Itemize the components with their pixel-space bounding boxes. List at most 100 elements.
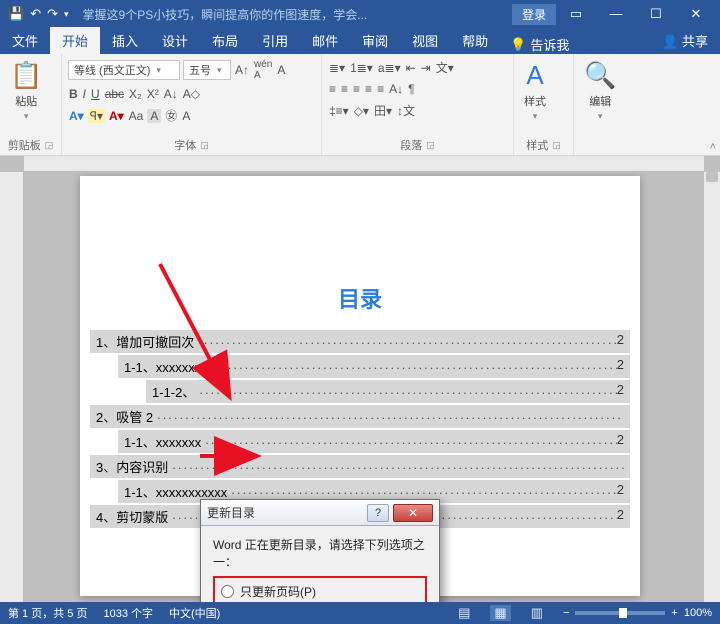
maximize-icon[interactable]: ☐ — [636, 6, 676, 22]
minimize-icon[interactable]: — — [596, 6, 636, 22]
dialog-launcher-icon[interactable]: ◲ — [200, 140, 209, 151]
redo-icon[interactable]: ↷ — [47, 6, 58, 22]
tab-home[interactable]: 开始 — [50, 27, 100, 54]
justify-icon[interactable]: ≡ — [364, 82, 373, 96]
clear-format-icon[interactable]: A◇ — [182, 87, 201, 101]
font-family-combo[interactable]: 等线 (西文正文)▾ — [68, 60, 180, 80]
dialog-launcher-icon[interactable]: ◲ — [426, 140, 435, 151]
phonetic-icon[interactable]: wénA — [253, 59, 273, 81]
page-indicator[interactable]: 第 1 页，共 5 页 — [8, 605, 87, 621]
word-count[interactable]: 1033 个字 — [103, 605, 153, 621]
toc-entry[interactable]: 1-1-2、..................................… — [146, 380, 630, 403]
show-marks-icon[interactable]: ¶ — [407, 82, 415, 96]
tab-layout[interactable]: 布局 — [200, 27, 250, 54]
undo-icon[interactable]: ↶ — [30, 6, 41, 22]
tab-mailings[interactable]: 邮件 — [300, 27, 350, 54]
italic-button[interactable]: I — [82, 87, 87, 101]
group-styles: A 样式 ▾ 样式◲ — [514, 54, 574, 155]
window-controls: ▭ — ☐ ✕ — [556, 6, 716, 22]
char-scaling-icon[interactable]: A — [181, 109, 191, 123]
vertical-scrollbar[interactable] — [704, 172, 720, 602]
subscript-button[interactable]: X₂ — [128, 87, 143, 101]
update-toc-dialog: 更新目录 ? ✕ Word 正在更新目录，请选择下列选项之一： 只更新页码(P)… — [200, 499, 440, 602]
decrease-indent-icon[interactable]: ⇤ — [405, 61, 417, 75]
align-center-icon[interactable]: ≡ — [340, 82, 349, 96]
shrink-font-icon[interactable]: A↓ — [163, 87, 179, 101]
dialog-launcher-icon[interactable]: ◲ — [45, 140, 54, 151]
zoom-control[interactable]: − + 100% — [563, 607, 712, 619]
text-effects-icon[interactable]: A▾ — [68, 109, 85, 123]
align-left-icon[interactable]: ≡ — [328, 82, 337, 96]
vertical-ruler[interactable] — [0, 172, 24, 602]
bulb-icon: 💡 — [510, 37, 526, 53]
shading-icon[interactable]: ◇▾ — [353, 104, 370, 118]
distribute-icon[interactable]: ≡ — [376, 82, 385, 96]
quick-access-toolbar: 💾 ↶ ↷ ▾ — [4, 6, 69, 22]
tell-me[interactable]: 💡 告诉我 — [500, 35, 579, 54]
tab-references[interactable]: 引用 — [250, 27, 300, 54]
numbering-icon[interactable]: 1≣▾ — [349, 61, 374, 75]
web-layout-icon[interactable]: ▥ — [527, 605, 547, 621]
toc-entry[interactable]: 1-1、xxxxxxx.............................… — [118, 430, 630, 453]
zoom-level[interactable]: 100% — [684, 607, 712, 619]
char-border-icon[interactable]: A — [276, 63, 286, 77]
multilevel-icon[interactable]: a≣▾ — [377, 61, 402, 75]
close-icon[interactable]: ✕ — [393, 504, 433, 522]
ribbon-tabs: 文件 开始 插入 设计 布局 引用 邮件 审阅 视图 帮助 💡 告诉我 👤 共享 — [0, 28, 720, 54]
change-case-button[interactable]: Aa — [128, 109, 145, 123]
ribbon: 📋 粘贴 ▾ 剪贴板◲ 等线 (西文正文)▾ 五号▾ A↑ wénA A B I… — [0, 54, 720, 156]
editing-button[interactable]: 🔍 编辑 ▾ — [580, 58, 620, 124]
toc-entry[interactable]: 1-1、xxxxxxx.............................… — [118, 355, 630, 378]
dialog-titlebar[interactable]: 更新目录 ? ✕ — [201, 500, 439, 526]
print-layout-icon[interactable]: ▦ — [490, 605, 510, 621]
strike-button[interactable]: abc — [104, 87, 125, 101]
help-icon[interactable]: ? — [367, 504, 389, 522]
login-button[interactable]: 登录 — [512, 4, 556, 25]
superscript-button[interactable]: X² — [146, 87, 160, 101]
highlight-icon[interactable]: ꟼ▾ — [88, 109, 105, 123]
toc-entry[interactable]: 2、吸管 2..................................… — [90, 405, 630, 428]
borders-icon[interactable]: 田▾ — [373, 102, 393, 119]
tab-review[interactable]: 审阅 — [350, 27, 400, 54]
ribbon-options-icon[interactable]: ▭ — [556, 6, 596, 22]
text-direction-icon[interactable]: ↕文 — [396, 102, 416, 119]
tab-insert[interactable]: 插入 — [100, 27, 150, 54]
tab-view[interactable]: 视图 — [400, 27, 450, 54]
paste-button[interactable]: 📋 粘贴 ▾ — [6, 58, 46, 124]
zoom-out-icon[interactable]: − — [563, 607, 569, 619]
language-indicator[interactable]: 中文(中国) — [169, 605, 220, 621]
asian-layout-icon[interactable]: 文▾ — [435, 59, 455, 76]
font-size-combo[interactable]: 五号▾ — [183, 60, 231, 80]
align-right-icon[interactable]: ≡ — [352, 82, 361, 96]
underline-button[interactable]: U — [90, 87, 101, 101]
toc-entry[interactable]: 1、增加可撤回次................................… — [90, 330, 630, 353]
document-area: ⋮⋮ 📄▾ 📄 更新目录... 目录 1、增加可撤回次.............… — [0, 156, 720, 602]
bold-button[interactable]: B — [68, 87, 79, 101]
title-bar: 💾 ↶ ↷ ▾ 掌握这9个PS小技巧，瞬间提高你的作图速度，学会... 登录 ▭… — [0, 0, 720, 28]
collapse-ribbon-icon[interactable]: ˄ — [710, 141, 716, 153]
zoom-slider[interactable] — [575, 611, 665, 615]
styles-button[interactable]: A 样式 ▾ — [520, 58, 550, 124]
close-icon[interactable]: ✕ — [676, 6, 716, 22]
read-mode-icon[interactable]: ▤ — [454, 605, 474, 621]
bullets-icon[interactable]: ≣▾ — [328, 61, 346, 75]
tab-file[interactable]: 文件 — [0, 27, 50, 54]
zoom-in-icon[interactable]: + — [671, 607, 677, 619]
tab-design[interactable]: 设计 — [150, 27, 200, 54]
save-icon[interactable]: 💾 — [8, 6, 24, 22]
line-spacing-icon[interactable]: ‡≡▾ — [328, 104, 350, 118]
radio-update-page-numbers[interactable]: 只更新页码(P) — [215, 580, 425, 602]
share-button[interactable]: 👤 共享 — [650, 27, 720, 54]
window-title: 掌握这9个PS小技巧，瞬间提高你的作图速度，学会... — [69, 6, 512, 23]
sort-icon[interactable]: A↓ — [388, 82, 404, 96]
grow-font-icon[interactable]: A↑ — [234, 63, 250, 77]
toc-entry[interactable]: 3、内容识别..................................… — [90, 455, 630, 478]
font-color-icon[interactable]: A▾ — [108, 109, 125, 123]
tab-help[interactable]: 帮助 — [450, 27, 500, 54]
increase-indent-icon[interactable]: ⇥ — [420, 61, 432, 75]
horizontal-ruler[interactable] — [24, 156, 704, 172]
enclose-char-icon[interactable]: ㊛ — [164, 107, 178, 124]
group-paragraph: ≣▾ 1≣▾ a≣▾ ⇤ ⇥ 文▾ ≡ ≡ ≡ ≡ ≡ A↓ ¶ ‡≡▾ ◇▾ … — [322, 54, 514, 155]
dialog-launcher-icon[interactable]: ◲ — [552, 140, 561, 151]
char-shading-icon[interactable]: A — [147, 109, 161, 123]
